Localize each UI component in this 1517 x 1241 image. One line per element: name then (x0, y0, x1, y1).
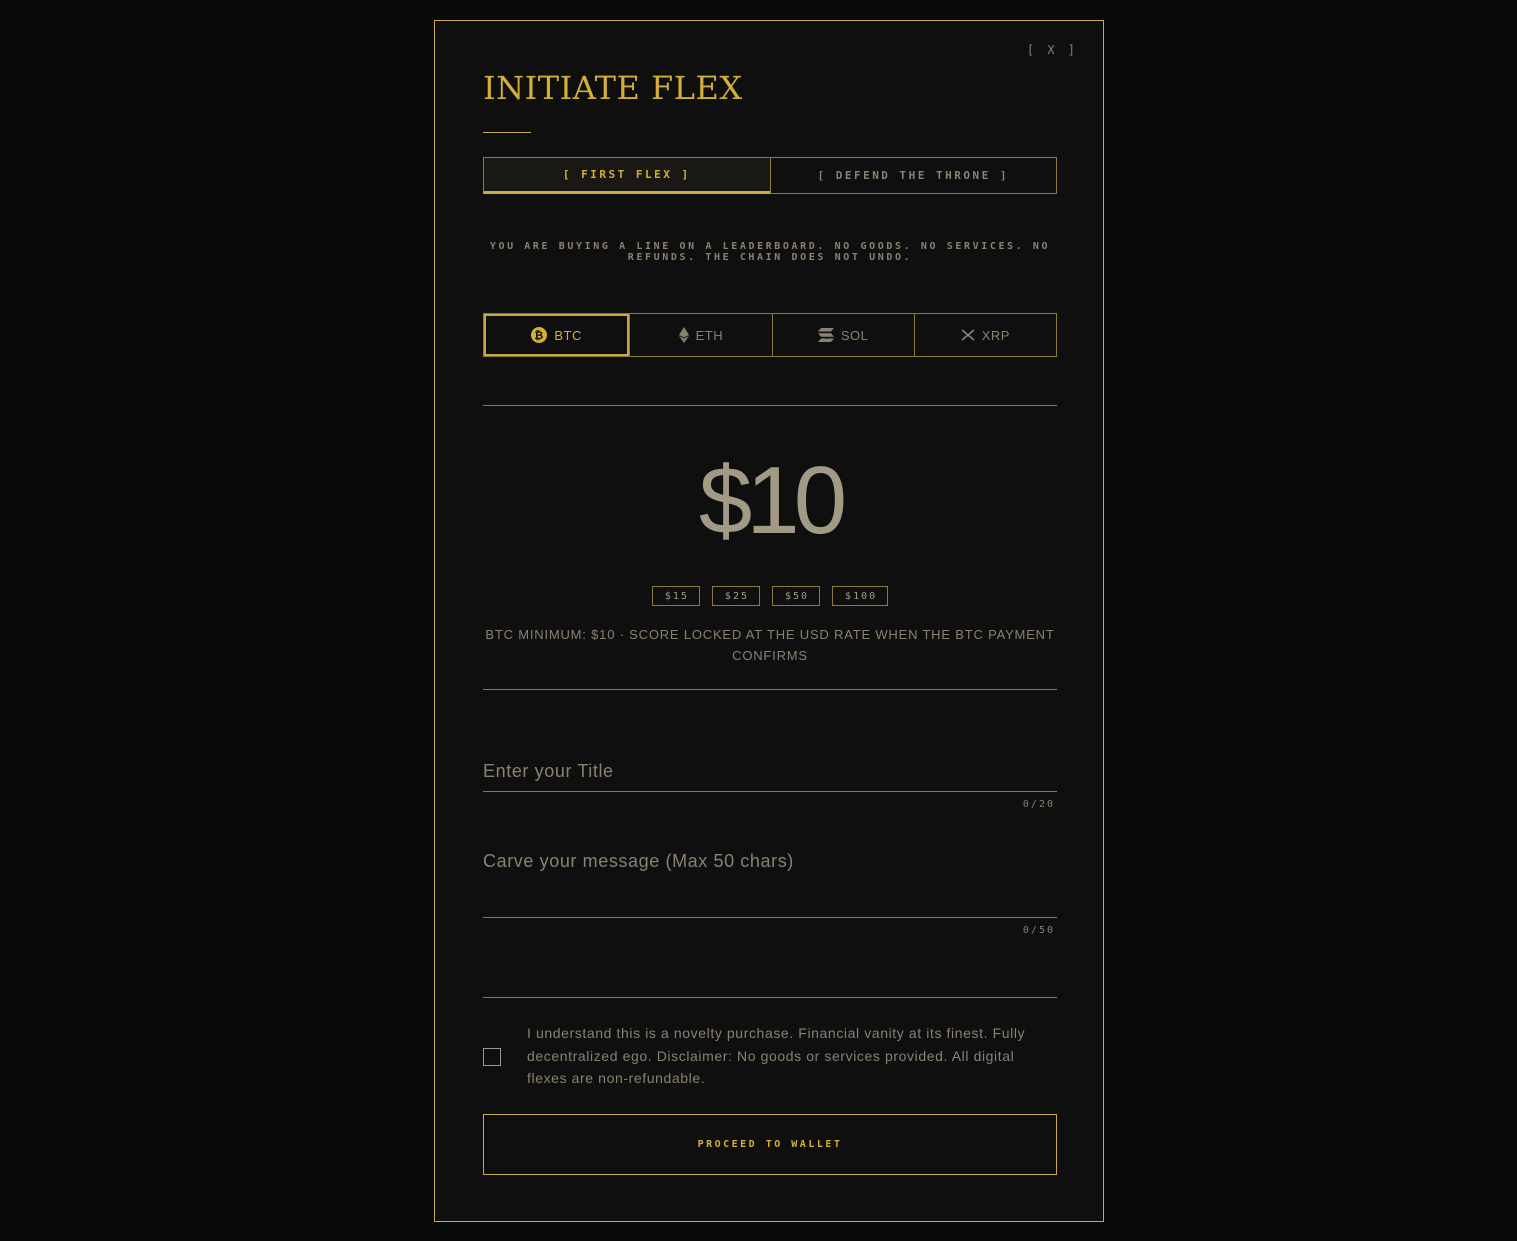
coin-label-xrp: XRP (981, 327, 1010, 343)
consent-checkbox[interactable] (483, 1048, 501, 1066)
coin-label-btc: BTC (554, 327, 582, 343)
ethereum-icon (678, 327, 689, 343)
coin-option-btc[interactable]: ₿ BTC (484, 314, 630, 356)
message-char-counter: 0/50 (1022, 925, 1055, 936)
close-button[interactable]: [ X ] (1027, 43, 1078, 57)
proceed-to-wallet-button[interactable]: PROCEED TO WALLET (483, 1114, 1057, 1175)
modal-title: INITIATE FLEX (483, 69, 743, 107)
consent-text: I understand this is a novelty purchase.… (527, 1025, 1026, 1086)
coin-label-sol: SOL (840, 327, 869, 343)
amount-presets: $15 $25 $50 $100 (483, 586, 1057, 606)
coin-label-eth: ETH (695, 327, 724, 343)
tab-defend-the-throne[interactable]: [ DEFEND THE THRONE ] (769, 157, 1057, 194)
title-underline (483, 132, 531, 133)
preset-50-button[interactable]: $50 (771, 586, 821, 606)
coin-option-eth[interactable]: ETH (629, 314, 771, 356)
currency-selector: ₿ BTC ETH SOL XRP (483, 313, 1057, 357)
message-input[interactable] (483, 850, 1057, 918)
divider (483, 689, 1057, 690)
divider (483, 997, 1057, 998)
title-input[interactable] (483, 751, 1057, 792)
bitcoin-icon: ₿ (531, 327, 548, 343)
preset-100-button[interactable]: $100 (832, 586, 889, 606)
coin-option-sol[interactable]: SOL (771, 314, 914, 356)
initiate-flex-modal: [ X ] INITIATE FLEX [ FIRST FLEX ] [ DEF… (434, 20, 1104, 1222)
title-char-counter: 0/20 (1022, 799, 1055, 810)
divider (483, 405, 1057, 406)
minimum-note: BTC MINIMUM: $10 · SCORE LOCKED AT THE U… (485, 627, 1055, 663)
amount-display: $10 (698, 447, 847, 554)
tab-first-flex[interactable]: [ FIRST FLEX ] (483, 157, 770, 194)
preset-15-button[interactable]: $15 (651, 586, 700, 606)
solana-icon (817, 328, 834, 342)
xrp-icon (961, 329, 975, 341)
flex-mode-tabs: [ FIRST FLEX ] [ DEFEND THE THRONE ] (483, 157, 1057, 194)
coin-option-xrp[interactable]: XRP (913, 314, 1056, 356)
purchase-disclaimer: YOU ARE BUYING A LINE ON A LEADERBOARD. … (489, 241, 1051, 263)
preset-25-button[interactable]: $25 (711, 586, 760, 606)
svg-text:₿: ₿ (535, 329, 544, 342)
